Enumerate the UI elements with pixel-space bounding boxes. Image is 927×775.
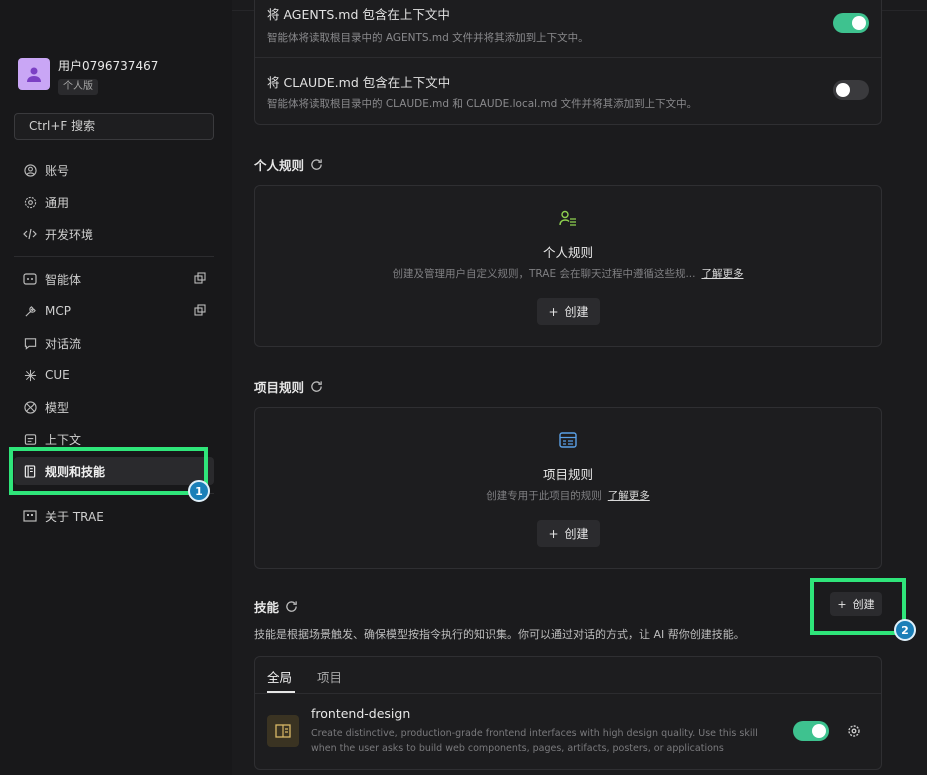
avatar [18,58,50,90]
tab-divider [255,693,881,694]
user-profile[interactable]: 用户0796737467 个人版 [18,58,158,95]
skill-toggle[interactable] [793,721,829,741]
skill-book-icon [267,715,299,747]
sidebar-item-dev-env[interactable]: 开发环境 [14,220,214,248]
row-divider [255,57,881,58]
highlight-box-rules-skills [9,447,208,495]
settings-sidebar: 用户0796737467 个人版 Ctrl+F 搜索 账号 通用 开发环境 智能… [0,0,232,775]
claude-md-desc: 智能体将读取根目录中的 CLAUDE.md 和 CLAUDE.local.md … [267,98,698,110]
project-rules-heading: 项目规则 [254,377,323,396]
sidebar-item-label: 账号 [45,163,70,178]
context-files-card: 将 AGENTS.md 包含在上下文中 智能体将读取根目录中的 AGENTS.m… [254,0,882,125]
button-label: 创建 [564,527,589,541]
card-desc-text: 创建专用于此项目的规则 [486,490,602,502]
gear-icon [23,195,37,209]
button-label: 创建 [564,305,589,319]
plus-icon: + [548,304,559,319]
project-rules-icon [559,432,577,452]
tab-project[interactable]: 项目 [317,667,342,686]
sidebar-item-label: 模型 [45,400,70,415]
sidebar-item-label: 通用 [45,195,70,210]
sidebar-item-models[interactable]: 模型 [14,393,214,421]
wrench-icon [23,304,37,318]
skill-settings-gear-icon[interactable] [847,723,861,742]
tab-global[interactable]: 全局 [267,667,292,686]
sidebar-item-label: 开发环境 [45,227,94,242]
project-rules-card: 项目规则 创建专用于此项目的规则 了解更多 + 创建 [254,407,882,569]
refresh-icon[interactable] [285,600,298,613]
model-icon [23,400,37,414]
sidebar-item-about[interactable]: 关于 TRAE [14,502,214,530]
search-input[interactable]: Ctrl+F 搜索 [14,113,214,140]
card-title: 项目规则 [542,467,593,482]
trae-logo-icon [23,509,37,523]
sidebar-item-mcp[interactable]: MCP [14,297,214,325]
personal-rules-heading: 个人规则 [254,155,323,174]
learn-more-link[interactable]: 了解更多 [701,268,743,280]
refresh-icon[interactable] [310,380,323,393]
user-icon [27,67,41,82]
agents-md-desc: 智能体将读取根目录中的 AGENTS.md 文件并将其添加到上下文中。 [267,32,589,44]
sidebar-item-cue[interactable]: CUE [14,361,214,389]
section-title: 个人规则 [254,158,305,173]
sidebar-item-label: CUE [45,368,70,382]
sidebar-item-agents[interactable]: 智能体 [14,265,214,293]
sidebar-item-label: 智能体 [45,272,82,287]
sidebar-item-account[interactable]: 账号 [14,156,214,184]
skill-name: frontend-design [311,706,411,721]
agent-icon [23,272,37,286]
learn-more-link[interactable]: 了解更多 [608,490,650,502]
card-desc: 创建及管理用户自定义规则，TRAE 会在聊天过程中遵循这些规... 了解更多 [255,266,881,281]
user-name: 用户0796737467 [58,59,159,73]
create-project-rule-button[interactable]: + 创建 [537,520,600,547]
claude-md-toggle[interactable] [833,80,869,100]
skills-heading: 技能 [254,597,298,616]
code-icon [23,227,37,241]
sidebar-item-flow[interactable]: 对话流 [14,329,214,357]
sidebar-divider [14,256,214,257]
sidebar-item-label: 对话流 [45,336,82,351]
card-desc: 创建专用于此项目的规则 了解更多 [255,488,881,503]
skills-card: 全局 项目 frontend-design Create distinctive… [254,656,882,770]
external-link-icon [194,272,206,287]
sidebar-item-label: 上下文 [45,432,82,447]
step-badge-2: 2 [894,619,916,641]
agents-md-title: 将 AGENTS.md 包含在上下文中 [267,7,450,22]
settings-main: 将 AGENTS.md 包含在上下文中 智能体将读取根目录中的 AGENTS.m… [232,0,927,775]
create-personal-rule-button[interactable]: + 创建 [537,298,600,325]
refresh-icon[interactable] [310,158,323,171]
plus-icon: + [548,526,559,541]
user-rules-icon [559,210,577,230]
personal-rules-card: 个人规则 创建及管理用户自定义规则，TRAE 会在聊天过程中遵循这些规... 了解… [254,185,882,347]
card-desc-text: 创建及管理用户自定义规则，TRAE 会在聊天过程中遵循这些规... [392,268,696,280]
highlight-box-create-skill [810,578,906,635]
section-title: 技能 [254,600,280,615]
step-badge-1: 1 [188,480,210,502]
section-title: 项目规则 [254,380,305,395]
chat-icon [23,336,37,350]
cue-icon [23,368,37,382]
sidebar-item-general[interactable]: 通用 [14,188,214,216]
account-icon [23,163,37,177]
card-title: 个人规则 [542,245,593,260]
sidebar-item-label: 关于 TRAE [45,509,104,524]
plan-badge: 个人版 [58,79,98,95]
claude-md-title: 将 CLAUDE.md 包含在上下文中 [267,75,451,90]
sidebar-item-label: MCP [45,304,71,318]
skills-description: 技能是根据场景触发、确保模型按指令执行的知识集。你可以通过对话的方式，让 AI … [254,628,745,641]
context-icon [23,432,37,446]
agents-md-toggle[interactable] [833,13,869,33]
external-link-icon [194,304,206,319]
skill-desc: Create distinctive, production-grade fro… [311,728,758,754]
